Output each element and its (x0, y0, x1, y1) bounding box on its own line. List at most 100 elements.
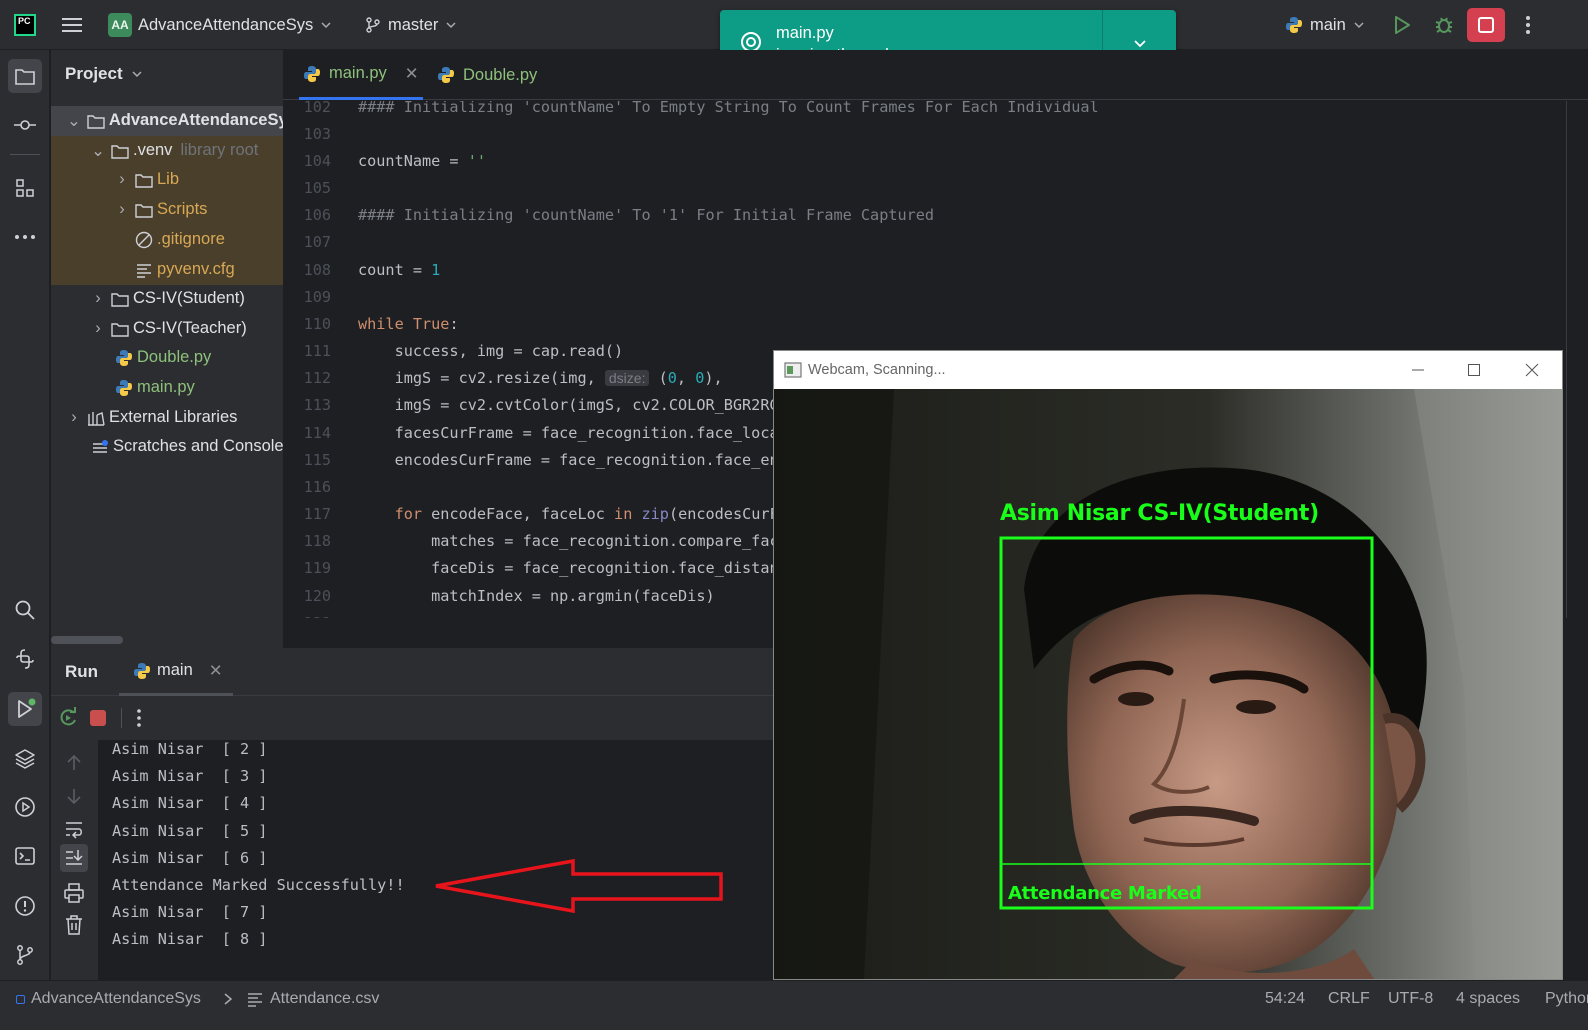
line-number: 115 (303, 450, 331, 469)
breadcrumb-project[interactable]: AdvanceAttendanceSys (16, 981, 201, 1017)
tree-item-teacher-folder[interactable]: › CS-IV(Teacher) (51, 314, 283, 344)
maximize-button[interactable] (1446, 351, 1502, 389)
webcam-title-bar[interactable]: Webcam, Scanning... (774, 351, 1562, 389)
branch-selector[interactable]: master (364, 0, 458, 50)
tab-double-py[interactable]: Double.py (437, 50, 537, 100)
minimize-button[interactable] (1390, 351, 1446, 389)
indent-setting[interactable]: 4 spaces (1456, 981, 1520, 1017)
more-tools-button[interactable] (9, 221, 41, 253)
tree-item-venv[interactable]: ⌄ .venv library root (51, 136, 283, 166)
tree-item-label: .venv (133, 141, 173, 160)
tree-item-pyvenv-cfg[interactable]: pyvenv.cfg (51, 255, 283, 285)
stop-run-button[interactable] (90, 710, 106, 726)
chevron-right-icon[interactable]: › (67, 408, 81, 427)
tree-item-label: External Libraries (109, 408, 238, 427)
problems-icon (15, 896, 35, 916)
code-line: 113 imgS = cv2.cvtColor(imgS, cv2.COLOR_… (283, 391, 797, 418)
project-selector[interactable]: AA AdvanceAttendanceSys (108, 0, 333, 50)
stop-button[interactable] (1467, 8, 1505, 42)
folder-icon (87, 112, 105, 130)
tree-item-external-libraries[interactable]: › External Libraries (51, 403, 283, 433)
tool-window-strip (0, 50, 50, 980)
scroll-to-end-button[interactable] (60, 844, 88, 872)
run-panel-title: Run (65, 662, 99, 681)
structure-icon (16, 179, 34, 197)
run-more-button[interactable] (131, 707, 147, 729)
console-output[interactable]: Asim Nisar [ 2 ] Asim Nisar [ 3 ] Asim N… (98, 740, 773, 980)
chevron-down-icon (446, 22, 456, 29)
rerun-button[interactable] (57, 707, 79, 729)
structure-tool-button[interactable] (9, 172, 41, 204)
line-separator[interactable]: CRLF (1328, 981, 1370, 1017)
git-tool-button[interactable] (9, 939, 41, 971)
run-config-selector[interactable]: main (1284, 0, 1366, 50)
tree-item-lib[interactable]: › Lib (51, 165, 283, 195)
line-number: 107 (303, 232, 331, 251)
print-button[interactable] (63, 882, 85, 904)
chevron-down-icon (321, 22, 331, 29)
commit-tool-button[interactable] (9, 109, 41, 141)
services-tool-button[interactable] (9, 791, 41, 823)
tree-item-gitignore[interactable]: .gitignore (51, 225, 283, 255)
problems-tool-button[interactable] (9, 890, 41, 922)
python-packages-button[interactable] (9, 742, 41, 774)
interpreter-setting[interactable]: Python (1545, 981, 1588, 1017)
code-line: 120 matchIndex = np.argmin(faceDis) (283, 582, 715, 609)
play-icon (1395, 16, 1410, 34)
close-icon[interactable]: ✕ (405, 64, 419, 84)
run-toolbar (51, 697, 773, 739)
scroll-up-button[interactable] (63, 752, 85, 774)
run-button[interactable] (1390, 0, 1414, 50)
caret-position[interactable]: 54:24 (1265, 981, 1305, 1017)
keyword: while (358, 314, 413, 333)
chevron-right-icon[interactable]: › (115, 200, 129, 219)
project-panel: Project ⌄ AdvanceAttendanceSys ⌄ .venv l… (51, 50, 283, 648)
project-panel-header[interactable]: Project (65, 64, 143, 84)
debug-button[interactable] (1432, 0, 1456, 50)
chevron-down-icon[interactable]: ⌄ (91, 141, 105, 161)
tree-item-student-folder[interactable]: › CS-IV(Student) (51, 284, 283, 314)
terminal-tool-button[interactable] (9, 840, 41, 872)
chevron-right-icon[interactable]: › (115, 170, 129, 189)
file-encoding[interactable]: UTF-8 (1388, 981, 1433, 1017)
line-number: 108 (303, 260, 331, 279)
code-text: countName = (358, 151, 468, 170)
python-console-button[interactable] (9, 643, 41, 675)
tree-item-label: CS-IV(Teacher) (133, 319, 247, 338)
editor-tabs: main.py ✕ Double.py (283, 50, 1588, 100)
line-number: 109 (303, 287, 331, 306)
pycharm-logo[interactable]: PC (14, 0, 36, 50)
chevron-right-icon[interactable]: › (91, 319, 105, 338)
chevron-down-icon[interactable]: ⌄ (67, 111, 81, 131)
main-menu-button[interactable] (60, 0, 84, 50)
code-line: 112 imgS = cv2.resize(img, dsize: (0, 0)… (283, 364, 723, 391)
run-panel: Run main ✕ Asim Nisar [ 2 ] Asim Nisar [… (51, 648, 773, 980)
breadcrumb-file[interactable]: Attendance.csv (246, 981, 379, 1017)
scroll-down-button[interactable] (63, 785, 85, 807)
builtin: zip (641, 504, 669, 523)
project-tool-button[interactable] (8, 59, 42, 93)
search-tool-button[interactable] (9, 594, 41, 626)
tree-item-double-py[interactable]: Double.py (51, 343, 283, 373)
tree-item-scratches[interactable]: Scratches and Consoles (51, 432, 283, 462)
clear-console-button[interactable] (63, 914, 85, 936)
folder-icon (111, 142, 129, 160)
tree-item-project-root[interactable]: ⌄ AdvanceAttendanceSys (51, 106, 283, 136)
chevron-right-icon[interactable]: › (91, 289, 105, 308)
code-line: 104 countName = '' (283, 147, 486, 174)
project-horizontal-scrollbar[interactable] (51, 636, 123, 644)
close-icon[interactable]: ✕ (209, 661, 223, 681)
editor-vertical-scrollbar[interactable] (1566, 101, 1588, 618)
tab-run-main[interactable]: main ✕ (119, 648, 233, 696)
more-options-button[interactable] (1520, 0, 1536, 50)
tab-main-py[interactable]: main.py ✕ (299, 50, 423, 100)
folder-icon (135, 171, 153, 189)
tree-item-scripts[interactable]: › Scripts (51, 195, 283, 225)
chevron-right-icon (224, 993, 233, 1005)
run-tool-button[interactable] (8, 692, 42, 726)
close-window-button[interactable] (1504, 351, 1560, 389)
commit-icon (14, 120, 36, 130)
soft-wrap-button[interactable] (63, 818, 85, 840)
close-icon (1525, 363, 1539, 377)
tree-item-main-py[interactable]: main.py (51, 373, 283, 403)
